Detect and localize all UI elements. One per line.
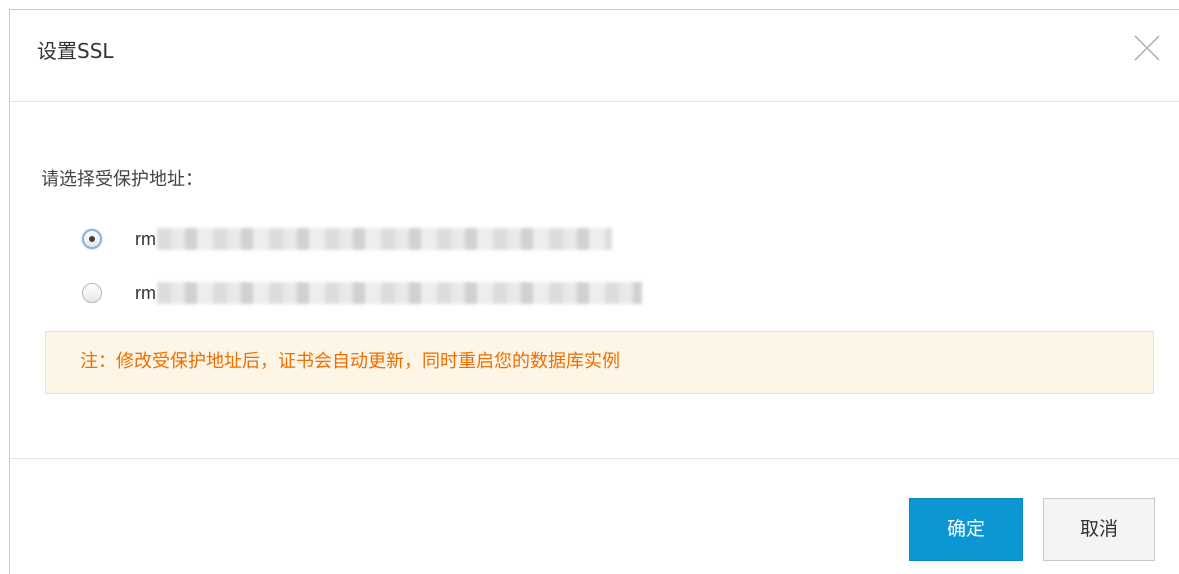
address-radio-1[interactable] [82, 229, 102, 249]
close-icon[interactable] [1132, 33, 1162, 63]
address-prefix-1: rm [135, 229, 156, 249]
redacted-address-2 [157, 282, 642, 304]
address-radio-2[interactable] [82, 283, 102, 303]
redacted-address-1 [157, 228, 612, 250]
close-icon-glyph [1134, 35, 1160, 61]
address-option-2[interactable]: rm [82, 280, 642, 306]
warning-notice: 注：修改受保护地址后，证书会自动更新，同时重启您的数据库实例 [45, 331, 1154, 394]
address-option-1[interactable]: rm [82, 226, 612, 252]
cancel-button[interactable]: 取消 [1043, 498, 1155, 561]
address-prefix-2: rm [135, 283, 156, 303]
dialog-header: 设置SSL [10, 10, 1179, 102]
confirm-button[interactable]: 确定 [909, 498, 1023, 561]
dialog-footer: 确定 取消 [10, 458, 1179, 574]
ssl-dialog: 设置SSL 请选择受保护地址： rm rm 注：修改受保护地址后，证书会自动更新… [9, 9, 1179, 574]
dialog-title: 设置SSL [37, 39, 114, 63]
protected-address-label: 请选择受保护地址： [41, 169, 203, 190]
notice-text: 注：修改受保护地址后，证书会自动更新，同时重启您的数据库实例 [80, 351, 620, 372]
dialog-body: 请选择受保护地址： rm rm 注：修改受保护地址后，证书会自动更新，同时重启您… [10, 102, 1179, 458]
